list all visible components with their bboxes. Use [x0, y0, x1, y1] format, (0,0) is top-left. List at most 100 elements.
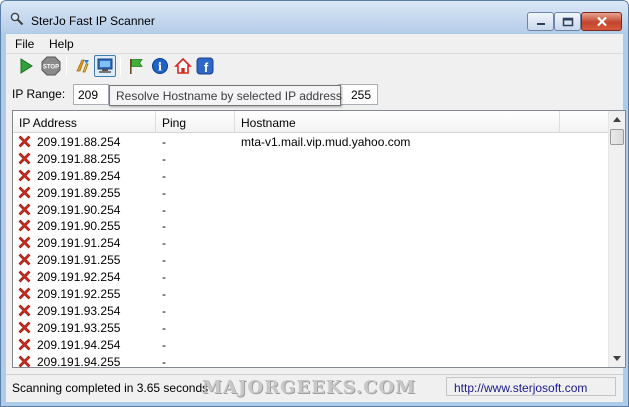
info-icon: i [152, 58, 168, 74]
results-list[interactable]: IP Address Ping Hostname 209.191.88.254 -… [12, 110, 626, 368]
scroll-up-button[interactable] [609, 111, 625, 128]
error-x-icon [18, 152, 31, 165]
title-bar[interactable]: SterJo Fast IP Scanner [1, 1, 628, 33]
status-message: Scanning completed in 3.65 seconds [12, 381, 209, 395]
toolbar-separator [120, 57, 121, 75]
table-row[interactable]: 209.191.94.255 - [13, 354, 610, 368]
cell-ping: - [162, 185, 166, 200]
cell-ip-address: 209.191.92.255 [37, 287, 121, 302]
start-ip-field[interactable]: 209 [73, 84, 109, 105]
error-x-icon [18, 287, 31, 300]
error-x-icon [18, 203, 31, 215]
error-x-icon [18, 135, 31, 148]
start-scan-button[interactable] [15, 55, 37, 77]
resolve-hostname-tooltip: Resolve Hostname by selected IP address [109, 85, 342, 106]
cell-ping: - [162, 337, 166, 352]
cell-ip-address: 209.191.90.254 [37, 202, 121, 217]
table-row[interactable]: 209.191.93.254 - [13, 303, 610, 320]
error-x-icon [18, 186, 31, 199]
error-x-icon [18, 304, 31, 317]
table-row[interactable]: 209.191.90.255 - [13, 218, 610, 235]
table-row[interactable]: 209.191.89.255 - [13, 185, 610, 202]
resolve-hostname-button[interactable] [94, 55, 116, 77]
flag-icon [130, 59, 143, 74]
hosts-icon [76, 59, 89, 73]
menu-help[interactable]: Help [49, 37, 74, 51]
results-header: IP Address Ping Hostname [13, 111, 610, 133]
cell-ping: - [162, 287, 166, 302]
menu-bar: File Help [6, 34, 623, 54]
info-button[interactable]: i [149, 55, 171, 77]
cell-ip-address: 209.191.91.255 [37, 253, 121, 268]
client-area: File Help STOP i f IP Range: 209 255 Res… [6, 34, 626, 402]
table-row[interactable]: 209.191.92.254 - [13, 269, 610, 286]
window-title: SterJo Fast IP Scanner [31, 14, 155, 28]
cell-ip-address: 209.191.92.254 [37, 270, 121, 285]
table-row[interactable]: 209.191.91.254 - [13, 235, 610, 252]
ip-range-label: IP Range: [12, 87, 66, 101]
info-letter: i [158, 61, 162, 74]
cell-ping: - [162, 303, 166, 318]
cell-ip-address: 209.191.89.254 [37, 168, 121, 183]
facebook-letter: f [204, 60, 209, 75]
column-ping[interactable]: Ping [156, 111, 235, 133]
cell-ping: - [162, 202, 166, 217]
stop-scan-button[interactable]: STOP [40, 55, 62, 77]
error-x-icon [18, 236, 31, 249]
status-bar: Scanning completed in 3.65 seconds MAJOR… [6, 374, 623, 398]
minimize-icon [536, 22, 545, 25]
website-link[interactable]: http://www.sterjosoft.com [446, 377, 616, 396]
table-row[interactable]: 209.191.89.254 - [13, 168, 610, 185]
play-icon [20, 58, 33, 74]
cell-ip-address: 209.191.93.254 [37, 303, 121, 318]
scroll-down-button[interactable] [609, 350, 625, 367]
cell-ping: - [162, 320, 166, 335]
table-row[interactable]: 209.191.92.255 - [13, 286, 610, 303]
error-x-icon [18, 220, 31, 232]
cell-ping: - [162, 236, 166, 251]
table-row[interactable]: 209.191.90.254 - [13, 202, 610, 219]
table-row[interactable]: 209.191.91.255 - [13, 252, 610, 269]
toolbar: STOP i f [6, 54, 623, 80]
error-x-icon [18, 338, 31, 351]
cell-ip-address: 209.191.91.254 [37, 236, 121, 251]
close-icon [596, 16, 607, 27]
hosts-button[interactable] [72, 55, 94, 77]
cell-ping: - [162, 135, 166, 149]
scroll-thumb[interactable] [610, 129, 624, 145]
facebook-button[interactable]: f [194, 55, 216, 77]
cell-ip-address: 209.191.93.255 [37, 320, 121, 335]
table-row[interactable]: 209.191.93.255 - [13, 320, 610, 337]
cell-ping: - [162, 270, 166, 285]
error-x-icon [18, 253, 31, 266]
minimize-button[interactable] [527, 12, 554, 31]
home-button[interactable] [172, 55, 194, 77]
cell-ping: - [162, 253, 166, 268]
maximize-button[interactable] [554, 12, 581, 31]
app-window: SterJo Fast IP Scanner File Help STOP i … [0, 0, 629, 407]
column-hostname[interactable]: Hostname [235, 111, 560, 133]
cell-ping: - [162, 219, 166, 234]
error-x-icon [18, 270, 31, 283]
cell-hostname: mta-v1.mail.vip.mud.yahoo.com [241, 135, 411, 149]
table-row[interactable]: 209.191.88.255 - [13, 151, 610, 168]
vertical-scrollbar[interactable] [608, 111, 625, 367]
scroll-down-icon [613, 356, 621, 361]
end-ip-field[interactable]: 255 [338, 84, 378, 105]
column-ip-address[interactable]: IP Address [13, 111, 156, 133]
window-controls [527, 12, 622, 31]
cell-ping: - [162, 168, 166, 183]
magnifier-app-icon [10, 12, 24, 26]
table-row[interactable]: 209.191.94.254 - [13, 337, 610, 354]
menu-file[interactable]: File [15, 37, 34, 51]
error-x-icon [18, 169, 31, 182]
scroll-up-icon [613, 117, 621, 122]
table-row[interactable]: 209.191.88.254 - mta-v1.mail.vip.mud.yahoo… [13, 134, 610, 151]
close-button[interactable] [581, 12, 622, 31]
cell-ip-address: 209.191.88.255 [37, 151, 121, 166]
cell-ip-address: 209.191.88.254 [37, 135, 121, 149]
cell-ip-address: 209.191.90.255 [37, 219, 121, 234]
maximize-icon [562, 17, 573, 26]
flag-button[interactable] [125, 55, 147, 77]
cell-ip-address: 209.191.94.255 [37, 354, 121, 368]
